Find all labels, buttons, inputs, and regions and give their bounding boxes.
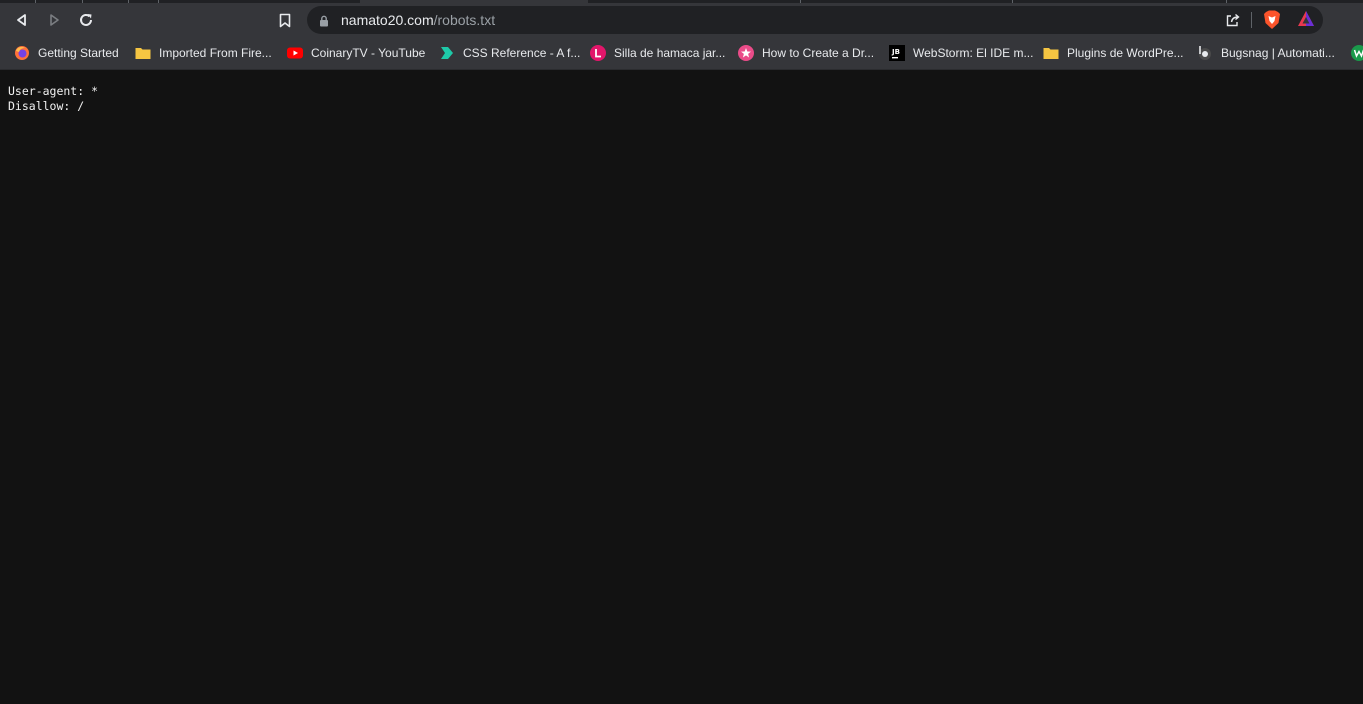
bugsnag-icon: [1197, 45, 1213, 61]
share-icon[interactable]: [1225, 12, 1241, 33]
bookmark-webstorm[interactable]: JB WebStorm: El IDE m...: [889, 43, 1033, 63]
back-button[interactable]: [9, 7, 35, 33]
url-path: /robots.txt: [433, 12, 496, 28]
forward-button[interactable]: [41, 7, 67, 33]
youtube-icon: [287, 45, 303, 61]
bookmark-label: CSS Reference - A f...: [463, 46, 581, 60]
bookmark-coinarytv-youtube[interactable]: CoinaryTV - YouTube: [287, 43, 425, 63]
bookmark-page-button[interactable]: [272, 7, 298, 33]
bookmark-label: Silla de hamaca jar...: [614, 46, 726, 60]
firefox-icon: [14, 45, 30, 61]
forward-arrow-icon: [50, 14, 59, 26]
robots-line-user-agent: User-agent: *: [8, 84, 99, 98]
bookmark-label: WebStorm: El IDE m...: [913, 46, 1034, 60]
robots-txt-content: User-agent: * Disallow: /: [8, 84, 98, 114]
green-w-icon: [1351, 45, 1363, 61]
css-reference-icon: [439, 45, 455, 61]
reload-button[interactable]: [73, 7, 99, 33]
svg-text:JB: JB: [891, 48, 900, 56]
bookmark-silla-de-hamaca[interactable]: Silla de hamaca jar...: [590, 43, 725, 63]
bookmark-label: Plugins de WordPre...: [1067, 46, 1184, 60]
bookmark-label: Bugsnag | Automati...: [1221, 46, 1335, 60]
omnibox-separator: [1251, 12, 1252, 28]
brave-shields-icon[interactable]: [1263, 10, 1281, 35]
bookmark-label: Imported From Fire...: [159, 46, 272, 60]
bookmarks-bar: Getting Started Imported From Fire... Co…: [0, 37, 1363, 70]
folder-icon: [135, 45, 151, 61]
bookmark-imported-from-firefox[interactable]: Imported From Fire...: [135, 43, 272, 63]
reload-icon: [80, 13, 92, 26]
folder-icon: [1043, 45, 1059, 61]
bookmark-bugsnag[interactable]: Bugsnag | Automati...: [1197, 43, 1335, 63]
brave-rewards-icon[interactable]: [1297, 10, 1315, 33]
robots-line-disallow: Disallow: /: [8, 99, 85, 113]
bookmark-icon: [279, 13, 291, 27]
pink-star-icon: [738, 45, 754, 61]
bookmark-label: CoinaryTV - YouTube: [311, 46, 426, 60]
bookmark-how-to-create[interactable]: How to Create a Dr...: [738, 43, 874, 63]
back-arrow-icon: [17, 14, 26, 26]
address-url[interactable]: namato20.com/robots.txt: [341, 12, 495, 28]
url-domain: namato20.com: [341, 12, 434, 28]
l-badge-icon: [590, 45, 606, 61]
bookmark-label: How to Create a Dr...: [762, 46, 875, 60]
address-bar[interactable]: namato20.com/robots.txt: [307, 6, 1323, 34]
lock-icon[interactable]: [319, 14, 329, 32]
bookmark-overflow-partial[interactable]: [1351, 43, 1363, 63]
bookmark-css-reference[interactable]: CSS Reference - A f...: [439, 43, 580, 63]
bookmark-getting-started[interactable]: Getting Started: [14, 43, 119, 63]
bookmark-label: Getting Started: [38, 46, 119, 60]
jetbrains-icon: JB: [889, 45, 905, 61]
bookmark-plugins-de-wordpress[interactable]: Plugins de WordPre...: [1043, 43, 1184, 63]
browser-toolbar: namato20.com/robots.txt: [0, 3, 1363, 37]
